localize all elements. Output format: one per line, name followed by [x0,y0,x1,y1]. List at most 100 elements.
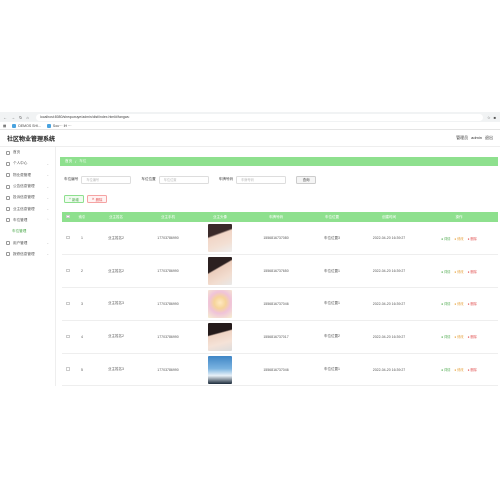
cell-index: 2 [74,254,90,289]
sidebar-subitem-parking[interactable]: 车位管理 [0,226,55,237]
chevron-up-icon: ⌃ [46,218,49,223]
sidebar-item-notices[interactable]: 公告信息管理 ⌄ [0,181,55,192]
row-checkbox[interactable] [62,287,74,321]
row-delete-button[interactable]: ● 删除 [468,269,477,274]
edit-button[interactable]: ● 修改 [454,367,463,372]
table-body: 1 业主姓名2 17703786990 1556816737080 车位位置3 2022-… [62,222,498,387]
cell-plate: 1556816737650 [246,254,306,289]
sidebar: 首页 个人中心 ⌄ 物业费管理 ⌄ 公告信息管理 ⌄ 投诉信息管理 ⌄ 业主信息… [0,147,56,386]
row-checkbox[interactable] [62,320,74,354]
cell-index: 3 [74,287,90,321]
avatar[interactable] [208,257,232,286]
sidebar-item-label: 报修信息管理 [13,251,35,256]
view-button[interactable]: ● 详情 [441,301,450,306]
reload-icon[interactable]: ↻ [19,115,22,120]
address-bar[interactable]: localhost:8080/shequwuye/admin/dist/inde… [36,113,483,121]
row-checkbox[interactable] [62,353,74,387]
search-button[interactable]: 查询 [296,175,317,184]
row-delete-button[interactable]: ● 删除 [468,301,477,306]
sidebar-item-label: 首页 [13,150,21,155]
cell-owner-avatar [194,222,246,256]
cell-created: 2022-04-20 16:39:27 [358,353,420,387]
spot-no-input[interactable]: 车位编号 [81,175,132,184]
row-checkbox[interactable] [62,222,74,256]
header-owner-name: 业主姓名 [90,212,142,222]
cell-actions: ● 详情 ● 修改 ● 删除 [420,353,498,387]
cell-owner-name: 业主姓名3 [90,353,142,387]
sidebar-item-label: 公告信息管理 [13,184,35,189]
sidebar-item-parking[interactable]: 车位管理 ⌃ [0,215,55,226]
table-row[interactable]: 4 业主姓名2 17703786990 1556816737017 车位位置2 2022-… [62,320,498,354]
table-row[interactable]: 3 业主姓名3 17703786990 1556816737046 车位位置1 2022-… [62,287,498,321]
sidebar-item-profile[interactable]: 个人中心 ⌄ [0,158,55,169]
browser-window: ← → ↻ ⌂ localhost:8080/shequwuye/admin/d… [0,112,500,387]
cell-owner-phone: 17703786990 [142,353,194,387]
cell-owner-name: 业主姓名2 [90,222,142,256]
sidebar-item-users[interactable]: 用户管理 ⌄ [0,237,55,248]
plate-input[interactable]: 车牌号码 [236,175,287,184]
sidebar-item-label: 车位管理 [13,217,28,222]
view-button[interactable]: ● 详情 [441,269,450,274]
chevron-down-icon: ⌄ [46,207,49,212]
cell-location: 车位位置1 [306,287,358,321]
sidebar-item-owners[interactable]: 业主信息管理 ⌄ [0,203,55,214]
logout-link[interactable]: 退出 [485,135,493,141]
extensions-icon[interactable]: ■ [494,115,496,120]
avatar[interactable] [208,322,232,351]
avatar[interactable] [208,289,232,318]
table-row[interactable]: 2 业主姓名2 17703786990 1556816737650 车位位置1 2022-… [62,254,498,289]
bookmark-item[interactable]: DEMOS SHI... [12,123,41,128]
avatar[interactable] [208,355,232,384]
table-row[interactable]: 1 业主姓名2 17703786990 1556816737080 车位位置3 2022-… [62,222,498,256]
forward-icon[interactable]: → [11,115,15,120]
view-button[interactable]: ● 详情 [441,334,450,339]
cell-plate: 1556816737017 [246,320,306,354]
add-button[interactable]: + 新增 [64,195,84,203]
cell-index: 4 [74,320,90,354]
row-delete-button[interactable]: ● 删除 [468,367,477,372]
input-placeholder: 车位位置 [163,178,177,182]
sidebar-item-home[interactable]: 首页 [0,147,55,158]
sidebar-item-label: 个人中心 [13,161,28,166]
owner-icon [6,207,10,212]
table-row[interactable]: 5 业主姓名3 17703786990 1556816737046 车位位置1 2022-… [62,353,498,387]
cell-location: 车位位置1 [306,254,358,289]
cell-owner-name: 业主姓名3 [90,287,142,321]
user-name[interactable]: admin [471,135,482,141]
search-label-spot-location: 车位位置 [141,177,156,181]
parking-table: 索引 业主姓名 业主手机 业主头像 车牌号码 车位位置 创建时间 操作 1 业主姓… [62,212,498,387]
edit-button[interactable]: ● 修改 [454,236,463,241]
view-button[interactable]: ● 详情 [441,236,450,241]
view-button[interactable]: ● 详情 [441,367,450,372]
avatar[interactable] [208,224,232,253]
app-header: 社区物业管理系统 管理员 admin 退出 [0,130,500,147]
edit-button[interactable]: ● 修改 [454,269,463,274]
sidebar-item-fees[interactable]: 物业费管理 ⌄ [0,170,55,181]
car-icon [6,218,10,223]
bookmark-item[interactable]: Sou··· IH ··· [46,123,72,128]
star-icon[interactable]: ☆ [487,115,491,120]
bookmark-label: DEMOS SHI... [18,123,41,128]
sidebar-item-complaints[interactable]: 投诉信息管理 ⌄ [0,192,55,203]
delete-label: 删除 [95,197,103,202]
sidebar-item-repairs[interactable]: 报修信息管理 ⌄ [0,249,55,260]
row-delete-button[interactable]: ● 删除 [468,236,477,241]
select-all-checkbox[interactable] [62,212,74,222]
edit-button[interactable]: ● 修改 [454,301,463,306]
table-header-row: 索引 业主姓名 业主手机 业主头像 车牌号码 车位位置 创建时间 操作 [62,212,498,222]
search-label-spot-no: 车位编号 [64,177,79,181]
breadcrumb-home[interactable]: 首页 [65,159,72,164]
chevron-down-icon: ⌄ [46,173,49,178]
apps-icon[interactable]: ▦ [3,124,6,128]
row-delete-button[interactable]: ● 删除 [468,334,477,339]
complaint-icon [6,195,10,200]
bookmark-favicon-icon [46,123,51,128]
app-title: 社区物业管理系统 [7,136,56,143]
spot-location-input[interactable]: 车位位置 [158,175,209,184]
delete-button[interactable]: ✕ 删除 [86,195,108,203]
chevron-down-icon: ⌄ [46,195,49,200]
row-checkbox[interactable] [62,254,74,289]
back-icon[interactable]: ← [3,115,7,120]
edit-button[interactable]: ● 修改 [454,334,463,339]
home-icon[interactable]: ⌂ [26,115,28,120]
